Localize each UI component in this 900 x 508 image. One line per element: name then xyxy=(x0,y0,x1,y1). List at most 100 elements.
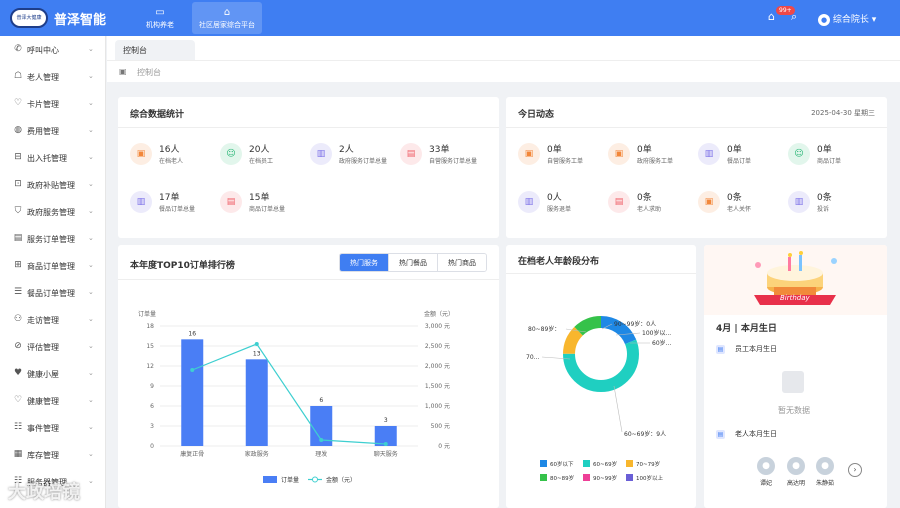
breadcrumb-item[interactable]: 控制台 xyxy=(137,67,161,78)
callout-label: 70... xyxy=(526,354,539,361)
empty-text: 暂无数据 xyxy=(778,406,810,415)
chevron-right-icon[interactable]: › xyxy=(848,463,862,477)
toggle-hot-meals[interactable]: 热门餐品 xyxy=(388,254,437,271)
legend-label: 90~99岁 xyxy=(593,474,617,482)
gov-work-icon: ▣ xyxy=(608,143,630,165)
birthday-person[interactable]: ● 高达明 xyxy=(781,457,811,487)
sidebar-item-label: 商品订单管理 xyxy=(27,262,75,271)
sidebar-item[interactable]: ✆ 呼叫中心 ⌄ xyxy=(0,36,105,63)
sidebar-item[interactable]: ⊞ 商品订单管理 ⌄ xyxy=(0,252,105,279)
sidebar-item-label: 库存管理 xyxy=(27,451,59,460)
bell-icon[interactable]: ⌂ xyxy=(768,10,775,23)
x-tick-label: 理发 xyxy=(315,450,327,458)
goods-icon: ▤ xyxy=(220,191,242,213)
complaint-icon: ▥ xyxy=(788,191,810,213)
stat-label: 投诉 xyxy=(817,206,830,213)
sidebar-item[interactable]: ☖ 老人管理 ⌄ xyxy=(0,63,105,90)
legend-label: 80~89岁 xyxy=(550,474,574,482)
avatar: ● xyxy=(818,13,830,26)
stat-value: 20人 xyxy=(249,145,270,155)
ranking-card: 本年度TOP10订单排行榜 热门服务 热门餐品 热门商品 订单量 金额（元） 0 0 … xyxy=(118,245,499,508)
tab-console[interactable]: 控制台 xyxy=(115,40,195,60)
age-distribution-chart: 60~69岁：9人 80~89岁： 90~99岁：0人100岁以... 60岁... 7… xyxy=(526,316,671,482)
y-tick-label: 0 xyxy=(150,443,154,450)
meal-order-icon: ☰ xyxy=(13,287,23,297)
chevron-down-icon: ⌄ xyxy=(88,423,94,431)
sidebar-item[interactable]: ⊘ 评估管理 ⌄ xyxy=(0,333,105,360)
logo: 普泽大健康 xyxy=(10,8,48,28)
self-order-icon: ▤ xyxy=(400,143,422,165)
age-card-title: 在档老人年龄段分布 xyxy=(518,257,600,267)
sidebar-item-label: 呼叫中心 xyxy=(27,46,59,55)
search-icon[interactable]: ⌕ xyxy=(791,10,797,24)
bar-value-label: 6 xyxy=(319,397,323,404)
nav-community-platform[interactable]: ⌂ 社区居家综合平台 xyxy=(192,2,262,34)
sidebar-item-label: 政府服务管理 xyxy=(27,208,75,217)
event-icon: ☷ xyxy=(13,422,23,432)
chevron-down-icon: ⌄ xyxy=(88,45,94,53)
stats-card: 综合数据统计 ▣ 16人 在档老人 ☺ 20人 在档员工 ▥ 2人 政府服务订单总量 ▤ 33单 自营… xyxy=(118,97,499,238)
line-point xyxy=(190,368,195,372)
sidebar-item[interactable]: ♡ 卡片管理 ⌄ xyxy=(0,90,105,117)
callout-label: 100岁以... xyxy=(642,329,671,337)
stat-label: 自营服务工单 xyxy=(547,158,584,165)
sidebar-item[interactable]: ▤ 服务订单管理 ⌄ xyxy=(0,225,105,252)
legend-label: 60岁以下 xyxy=(550,460,574,468)
birthday-person[interactable]: ● 朱静茹 xyxy=(810,457,840,487)
y-axis-label: 订单量 xyxy=(138,310,156,318)
stat-label: 商品订单总量 xyxy=(249,206,286,213)
sidebar-item[interactable]: ⊡ 政府补贴管理 ⌄ xyxy=(0,171,105,198)
date-label: 2025-04-30 星期三 xyxy=(811,109,875,117)
stat-item: ▣ 0单 自营服务工单 xyxy=(518,141,608,171)
fee-icon: ◍ xyxy=(14,125,22,135)
sidebar: ✆ 呼叫中心 ⌄ ☖ 老人管理 ⌄ ♡ 卡片管理 ⌄ ◍ 费用管理 ⌄ ⊟ 出入托管理 ⌄ ⊡ 政府补贴管理 ⌄ ⛉… xyxy=(0,36,106,508)
y-tick-label: 6 xyxy=(150,403,154,410)
user-menu[interactable]: ● 综合院长 ▾ xyxy=(818,12,876,26)
stat-value: 0单 xyxy=(817,145,832,155)
line-point xyxy=(319,438,324,442)
self-work-icon: ▣ xyxy=(518,143,540,165)
bar xyxy=(181,339,204,446)
shield-icon: ⛉ xyxy=(14,206,22,216)
chevron-down-icon: ⌄ xyxy=(88,99,94,107)
sidebar-item[interactable]: ♥ 健康小屋 ⌄ xyxy=(0,360,105,387)
meal-icon: ▥ xyxy=(130,191,152,213)
chevron-down-icon: ⌄ xyxy=(88,288,94,296)
legend-label: 金额（元） xyxy=(326,476,356,484)
legend-swatch xyxy=(583,474,590,481)
toggle-hot-goods[interactable]: 热门商品 xyxy=(437,254,486,271)
stat-label: 商品订单 xyxy=(817,158,842,165)
calendar-icon: ▤ xyxy=(716,430,725,439)
y2-axis-label: 金额（元） xyxy=(424,310,454,318)
sidebar-item-label: 健康管理 xyxy=(27,397,59,406)
toggle-hot-services[interactable]: 热门服务 xyxy=(340,254,388,271)
stat-item: ▥ 0条 投诉 xyxy=(788,189,878,219)
stat-label: 自营服务订单总量 xyxy=(429,158,478,165)
sidebar-item[interactable]: ▦ 库存管理 ⌄ xyxy=(0,441,105,468)
chevron-down-icon: ⌄ xyxy=(88,450,94,458)
user-name: 综合院长 xyxy=(832,15,869,25)
stat-value: 0人 xyxy=(547,193,562,203)
stats-card-title: 综合数据统计 xyxy=(130,110,185,120)
sidebar-item[interactable]: ◍ 费用管理 ⌄ xyxy=(0,117,105,144)
birthday-person[interactable]: ● 谭妃 xyxy=(751,457,781,487)
stat-label: 老人求助 xyxy=(637,206,662,213)
nav-institution-care[interactable]: ▭ 机构养老 xyxy=(128,2,192,34)
breadcrumb: ▣ 控制台 xyxy=(107,60,900,82)
sidebar-item[interactable]: ⛉ 政府服务管理 ⌄ xyxy=(0,198,105,225)
sidebar-item[interactable]: ☷ 事件管理 ⌄ xyxy=(0,414,105,441)
sidebar-item[interactable]: ⚇ 走访管理 ⌄ xyxy=(0,306,105,333)
legend-label: 60~69岁 xyxy=(593,460,617,468)
sidebar-item[interactable]: ♡ 健康管理 ⌄ xyxy=(0,387,105,414)
y-tick-label: 12 xyxy=(146,363,154,370)
sidebar-item[interactable]: ⊟ 出入托管理 ⌄ xyxy=(0,144,105,171)
sidebar-item[interactable]: ☰ 餐品订单管理 ⌄ xyxy=(0,279,105,306)
tabs-bar: 控制台 xyxy=(107,36,900,60)
bar xyxy=(245,359,268,446)
chevron-down-icon: ⌄ xyxy=(88,72,94,80)
x-tick-label: 家政服务 xyxy=(245,450,269,458)
meal-icon: ▥ xyxy=(698,143,720,165)
top-bar: 普泽大健康 普泽智能 ▭ 机构养老 ⌂ 社区居家综合平台 ⌂ 99+ ⌕ ● 综… xyxy=(0,0,900,36)
sidebar-item-label: 事件管理 xyxy=(27,424,59,433)
elder-birthday-section: ▤ 老人本月生日 xyxy=(716,430,777,439)
